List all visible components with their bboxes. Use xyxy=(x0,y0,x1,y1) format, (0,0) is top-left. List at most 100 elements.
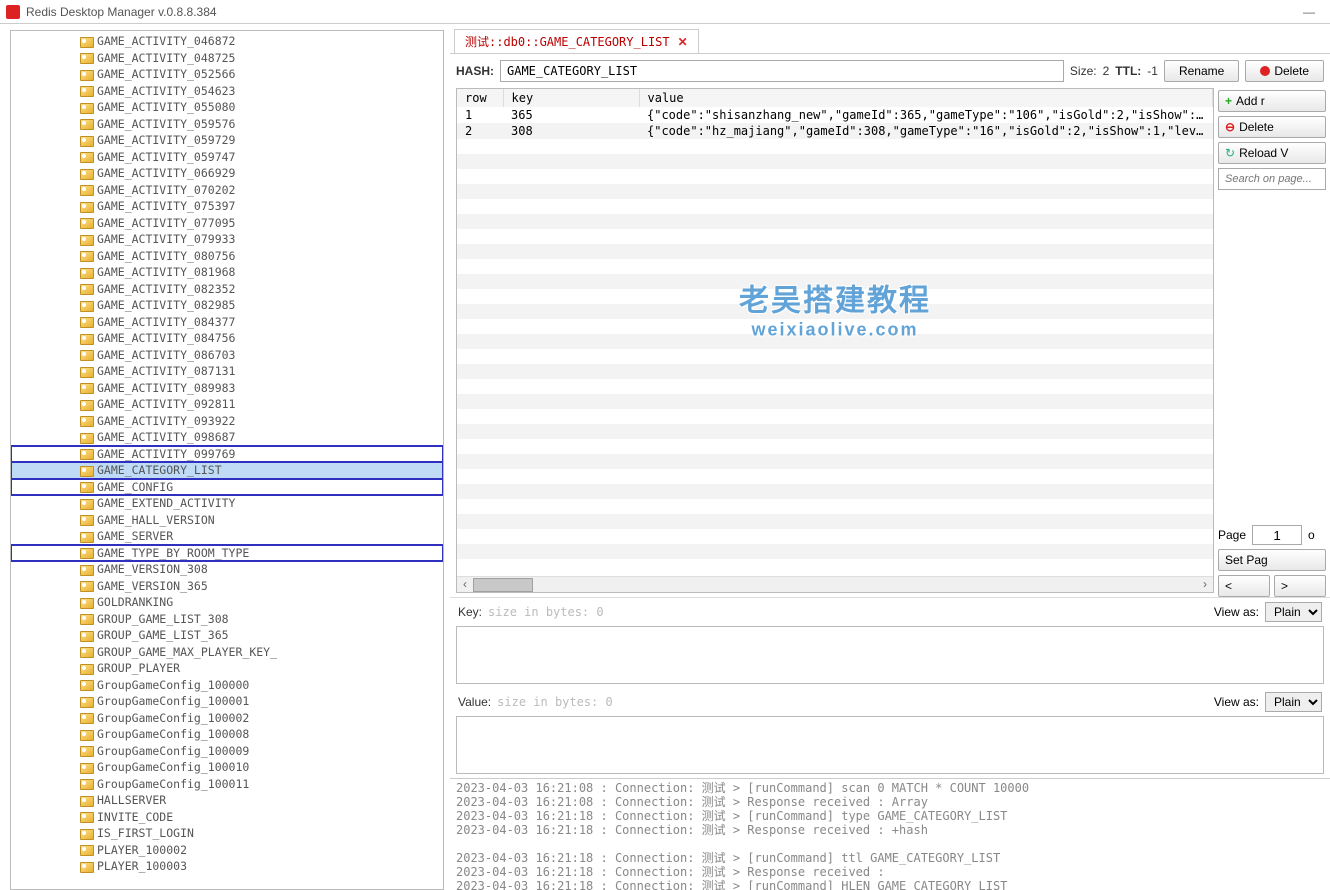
tree-item[interactable]: GAME_TYPE_BY_ROOM_TYPE xyxy=(11,545,443,562)
minimize-button[interactable]: — xyxy=(1294,5,1324,19)
tree-item[interactable]: PLAYER_100002 xyxy=(11,842,443,859)
action-column: +Add r ⊖Delete ↻Reload V Page o Set Pag … xyxy=(1218,88,1330,597)
tree-item[interactable]: GAME_ACTIVITY_055080 xyxy=(11,99,443,116)
tree-item[interactable]: GAME_ACTIVITY_098687 xyxy=(11,429,443,446)
size-label: Size: xyxy=(1070,64,1097,78)
value-viewas-select[interactable]: Plain xyxy=(1265,692,1322,712)
table-row[interactable]: 2308{"code":"hz_majiang","gameId":308,"g… xyxy=(457,123,1213,139)
set-page-button[interactable]: Set Pag xyxy=(1218,549,1326,571)
tab-active[interactable]: 测试::db0::GAME_CATEGORY_LIST ✕ xyxy=(454,29,699,53)
tree-item-label: GAME_VERSION_365 xyxy=(97,579,208,593)
tree-item-label: GROUP_GAME_LIST_365 xyxy=(97,628,229,642)
tree-item[interactable]: GroupGameConfig_100011 xyxy=(11,776,443,793)
table-row-empty xyxy=(457,199,1213,214)
reload-button[interactable]: ↻Reload V xyxy=(1218,142,1326,164)
data-table[interactable]: row key value 1365{"code":"shisanzhang_n… xyxy=(457,89,1213,576)
tree-item[interactable]: GAME_EXTEND_ACTIVITY xyxy=(11,495,443,512)
close-icon[interactable]: ✕ xyxy=(678,35,688,49)
tree-item[interactable]: GAME_ACTIVITY_048725 xyxy=(11,50,443,67)
tree-item[interactable]: INVITE_CODE xyxy=(11,809,443,826)
table-row-empty xyxy=(457,484,1213,499)
tree-item[interactable]: PLAYER_100003 xyxy=(11,858,443,875)
col-value[interactable]: value xyxy=(639,89,1213,107)
key-textarea[interactable] xyxy=(456,626,1324,684)
delete-key-button[interactable]: Delete xyxy=(1245,60,1324,82)
tree-item[interactable]: GROUP_PLAYER xyxy=(11,660,443,677)
tree-item[interactable]: GAME_ACTIVITY_082352 xyxy=(11,281,443,298)
col-row[interactable]: row xyxy=(457,89,503,107)
table-row-empty xyxy=(457,184,1213,199)
tree-item[interactable]: GAME_ACTIVITY_070202 xyxy=(11,182,443,199)
tree-item[interactable]: GOLDRANKING xyxy=(11,594,443,611)
key-icon xyxy=(79,696,93,707)
tree-item[interactable]: GAME_ACTIVITY_084756 xyxy=(11,330,443,347)
tree-item-label: IS_FIRST_LOGIN xyxy=(97,826,194,840)
tree-item[interactable]: GAME_ACTIVITY_075397 xyxy=(11,198,443,215)
tree-item[interactable]: GROUP_GAME_LIST_308 xyxy=(11,611,443,628)
page-input[interactable] xyxy=(1252,525,1302,545)
tree-item-label: GOLDRANKING xyxy=(97,595,173,609)
tree-item[interactable]: GAME_VERSION_308 xyxy=(11,561,443,578)
tree-item-label: GAME_ACTIVITY_092811 xyxy=(97,397,235,411)
tree-item[interactable]: GroupGameConfig_100000 xyxy=(11,677,443,694)
key-viewas-select[interactable]: Plain xyxy=(1265,602,1322,622)
cell-key: 365 xyxy=(503,107,639,123)
tree-item-label: GAME_ACTIVITY_086703 xyxy=(97,348,235,362)
tree-item[interactable]: GAME_ACTIVITY_082985 xyxy=(11,297,443,314)
tree-item[interactable]: GAME_ACTIVITY_081968 xyxy=(11,264,443,281)
tree-item[interactable]: GAME_CATEGORY_LIST xyxy=(11,462,443,479)
value-textarea[interactable] xyxy=(456,716,1324,774)
tree-item[interactable]: GAME_CONFIG xyxy=(11,479,443,496)
scroll-left-icon[interactable]: ‹ xyxy=(457,577,473,592)
key-icon xyxy=(79,745,93,756)
tree-item[interactable]: GAME_ACTIVITY_077095 xyxy=(11,215,443,232)
h-scrollbar[interactable]: ‹ › xyxy=(457,576,1213,592)
tree-item[interactable]: GroupGameConfig_100001 xyxy=(11,693,443,710)
search-input[interactable] xyxy=(1218,168,1326,190)
tree-item[interactable]: HALLSERVER xyxy=(11,792,443,809)
tree-item[interactable]: GROUP_GAME_MAX_PLAYER_KEY_ xyxy=(11,644,443,661)
page-prev-button[interactable]: < xyxy=(1218,575,1270,597)
tree-item[interactable]: GAME_ACTIVITY_087131 xyxy=(11,363,443,380)
tree-item[interactable]: GAME_ACTIVITY_046872 xyxy=(11,33,443,50)
tree-item[interactable]: GAME_SERVER xyxy=(11,528,443,545)
tree-item[interactable]: GAME_ACTIVITY_099769 xyxy=(11,446,443,463)
tree-item[interactable]: GROUP_GAME_LIST_365 xyxy=(11,627,443,644)
key-name-input[interactable] xyxy=(500,60,1064,82)
tree-item-label: INVITE_CODE xyxy=(97,810,173,824)
tree-item[interactable]: GAME_ACTIVITY_080756 xyxy=(11,248,443,265)
page-next-button[interactable]: > xyxy=(1274,575,1326,597)
tree-item[interactable]: GAME_ACTIVITY_059729 xyxy=(11,132,443,149)
tree-item[interactable]: GroupGameConfig_100008 xyxy=(11,726,443,743)
key-icon xyxy=(79,151,93,162)
tree-item[interactable]: GAME_ACTIVITY_092811 xyxy=(11,396,443,413)
tree-item[interactable]: GAME_ACTIVITY_093922 xyxy=(11,413,443,430)
tree-item[interactable]: GroupGameConfig_100010 xyxy=(11,759,443,776)
tree-item[interactable]: GAME_ACTIVITY_089983 xyxy=(11,380,443,397)
tree-item[interactable]: GAME_ACTIVITY_052566 xyxy=(11,66,443,83)
tree-item[interactable]: GAME_ACTIVITY_066929 xyxy=(11,165,443,182)
delete-row-button[interactable]: ⊖Delete xyxy=(1218,116,1326,138)
scroll-thumb[interactable] xyxy=(473,578,533,592)
log-panel[interactable]: 2023-04-03 16:21:08 : Connection: 测试 > [… xyxy=(450,778,1330,890)
tree-item[interactable]: GAME_ACTIVITY_084377 xyxy=(11,314,443,331)
col-key[interactable]: key xyxy=(503,89,639,107)
rename-button[interactable]: Rename xyxy=(1164,60,1239,82)
tree-item[interactable]: GAME_ACTIVITY_086703 xyxy=(11,347,443,364)
tree-item[interactable]: GroupGameConfig_100009 xyxy=(11,743,443,760)
tree-item[interactable]: IS_FIRST_LOGIN xyxy=(11,825,443,842)
tree-item[interactable]: GAME_HALL_VERSION xyxy=(11,512,443,529)
tree-item[interactable]: GroupGameConfig_100002 xyxy=(11,710,443,727)
table-row[interactable]: 1365{"code":"shisanzhang_new","gameId":3… xyxy=(457,107,1213,123)
table-row-empty xyxy=(457,529,1213,544)
key-tree[interactable]: GAME_ACTIVITY_046872GAME_ACTIVITY_048725… xyxy=(11,31,443,889)
scroll-right-icon[interactable]: › xyxy=(1197,577,1213,592)
tree-item[interactable]: GAME_ACTIVITY_079933 xyxy=(11,231,443,248)
tree-item[interactable]: GAME_ACTIVITY_054623 xyxy=(11,83,443,100)
add-row-button[interactable]: +Add r xyxy=(1218,90,1326,112)
tree-item-label: GAME_ACTIVITY_075397 xyxy=(97,199,235,213)
cell-row: 2 xyxy=(457,123,503,139)
tree-item[interactable]: GAME_ACTIVITY_059576 xyxy=(11,116,443,133)
tree-item[interactable]: GAME_VERSION_365 xyxy=(11,578,443,595)
tree-item[interactable]: GAME_ACTIVITY_059747 xyxy=(11,149,443,166)
